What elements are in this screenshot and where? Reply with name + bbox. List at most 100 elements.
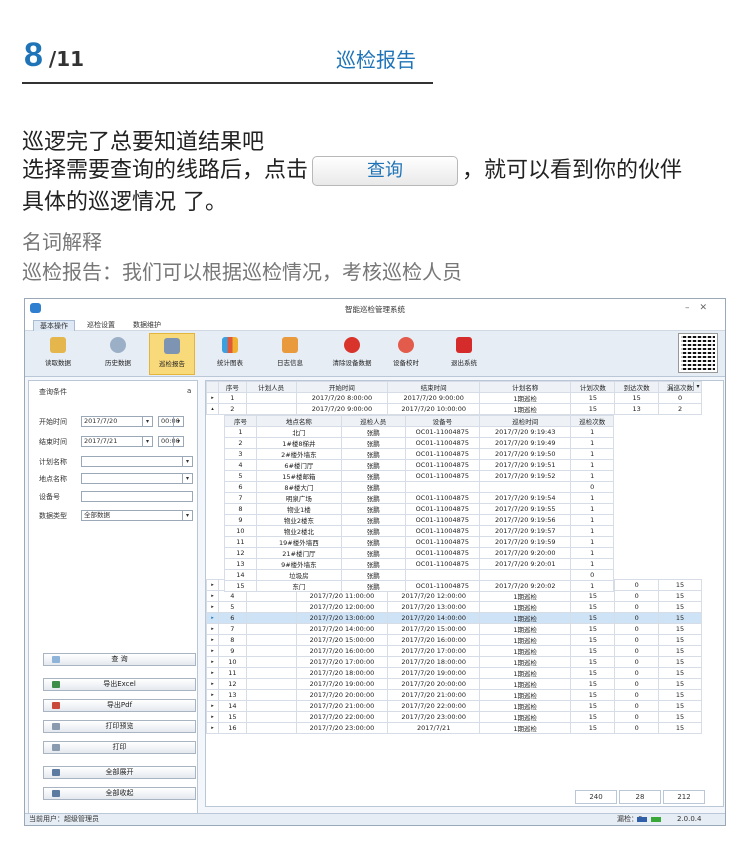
table-row[interactable]: 13 9#楼外墙东 张鹏 OC01-11004875 2017/7/20 9:20:01… bbox=[224, 558, 614, 570]
sub-header-time[interactable]: 巡检时间 bbox=[479, 415, 572, 427]
table-row[interactable]: 12 21#楼门厅 张鹏 OC01-11004875 2017/7/20 9:20:00… bbox=[224, 547, 614, 559]
query-button-illustration[interactable]: 查询 bbox=[312, 156, 459, 186]
expand-row-icon[interactable]: ▸ bbox=[206, 612, 219, 624]
print-preview-button[interactable]: 打印预览 bbox=[43, 720, 196, 733]
table-row[interactable]: ▸ 9 2017/7/20 16:00:00 2017/7/20 17:00:00 1期… bbox=[206, 645, 703, 657]
plan-name-select[interactable] bbox=[81, 456, 193, 467]
patrol-report-button[interactable]: 巡检报告 bbox=[149, 333, 195, 375]
col-header-index[interactable]: 序号 bbox=[217, 381, 247, 393]
read-data-button[interactable]: 读取数据 bbox=[35, 333, 81, 375]
expand-row-icon[interactable]: ▸ bbox=[206, 590, 219, 602]
expand-row-icon[interactable]: ▸ bbox=[206, 700, 219, 712]
table-cell: 15 bbox=[658, 689, 702, 701]
col-header-plan-count[interactable]: 计划次数 bbox=[570, 381, 616, 393]
col-header-plan-person[interactable]: 计划人员 bbox=[245, 381, 297, 393]
history-data-button[interactable]: 历史数据 bbox=[95, 333, 141, 375]
sub-header-point[interactable]: 地点名称 bbox=[255, 415, 342, 427]
expand-row-icon[interactable]: ▸ bbox=[206, 623, 219, 635]
minimize-icon[interactable]: – bbox=[685, 303, 700, 313]
start-date-picker[interactable]: 2017/7/20 bbox=[81, 416, 153, 427]
table-row[interactable]: ▸ 10 2017/7/20 17:00:00 2017/7/20 18:00:00 1… bbox=[206, 656, 703, 668]
collapse-row-icon[interactable]: ▴ bbox=[206, 403, 219, 415]
end-date-picker[interactable]: 2017/7/21 bbox=[81, 436, 153, 447]
exit-system-button[interactable]: 退出系统 bbox=[441, 333, 487, 375]
table-row[interactable]: 6 8#楼大门 张鹏 0 bbox=[224, 481, 614, 493]
sub-header-person[interactable]: 巡检人员 bbox=[340, 415, 406, 427]
expand-row-icon[interactable]: ▸ bbox=[206, 634, 219, 646]
col-header-arrive-count[interactable]: 到达次数 bbox=[614, 381, 660, 393]
sub-header-device[interactable]: 设备号 bbox=[404, 415, 481, 427]
table-row[interactable]: 7 明泉广场 张鹏 OC01-11004875 2017/7/20 9:19:54 1 bbox=[224, 492, 614, 504]
collapse-all-label: 全部收起 bbox=[105, 789, 134, 797]
table-row[interactable]: ▸ 14 2017/7/20 21:00:00 2017/7/20 22:00:00 1… bbox=[206, 700, 703, 712]
table-row[interactable]: ▸ 1 2017/7/20 8:00:00 2017/7/20 9:00:00 1期巡检… bbox=[206, 392, 703, 404]
table-row[interactable]: ▸ 12 2017/7/20 19:00:00 2017/7/20 20:00:00 1… bbox=[206, 678, 703, 690]
table-cell: 2017/7/20 9:20:01 bbox=[479, 558, 572, 570]
expand-all-button[interactable]: 全部展开 bbox=[43, 766, 196, 779]
col-header-end-time[interactable]: 结束时间 bbox=[387, 381, 481, 393]
table-cell bbox=[245, 601, 297, 613]
table-row[interactable]: 2 1#楼8梯井 张鹏 OC01-11004875 2017/7/20 9:19:49 1 bbox=[224, 437, 614, 449]
table-cell: 15 bbox=[658, 667, 702, 679]
data-type-select[interactable]: 全部数据 bbox=[81, 510, 193, 521]
table-row[interactable]: ▸ 11 2017/7/20 18:00:00 2017/7/20 19:00:00 1… bbox=[206, 667, 703, 679]
expand-row-icon[interactable]: ▸ bbox=[206, 656, 219, 668]
clear-icon bbox=[344, 337, 360, 353]
tab-data-maintenance[interactable]: 数据维护 bbox=[127, 320, 167, 331]
end-time-picker[interactable]: 00:00 bbox=[158, 436, 184, 447]
pin-icon[interactable]: a bbox=[187, 387, 191, 395]
expand-row-icon[interactable]: ▸ bbox=[206, 579, 219, 591]
table-row[interactable]: 15 东门 张鹏 OC01-11004875 2017/7/20 9:20:02 1 bbox=[224, 580, 614, 592]
print-button[interactable]: 打印 bbox=[43, 741, 196, 754]
clear-device-data-button[interactable]: 清除设备数据 bbox=[327, 333, 377, 375]
table-row[interactable]: 3 2#楼外墙东 张鹏 OC01-11004875 2017/7/20 9:19:50 1 bbox=[224, 448, 614, 460]
expand-row-icon[interactable]: ▸ bbox=[206, 601, 219, 613]
export-pdf-button[interactable]: 导出Pdf bbox=[43, 699, 196, 712]
col-header-plan-name[interactable]: 计划名称 bbox=[479, 381, 572, 393]
table-row[interactable]: 9 物业2楼东 张鹏 OC01-11004875 2017/7/20 9:19:56 1 bbox=[224, 514, 614, 526]
close-icon[interactable]: ✕ bbox=[699, 303, 717, 313]
expand-row-icon[interactable]: ▸ bbox=[206, 711, 219, 723]
table-row[interactable]: 5 15#楼邮箱 张鹏 OC01-11004875 2017/7/20 9:19:52 1 bbox=[224, 470, 614, 482]
table-cell: OC01-11004875 bbox=[404, 536, 481, 548]
col-header-start-time[interactable]: 开始时间 bbox=[295, 381, 389, 393]
device-number-input[interactable] bbox=[81, 491, 193, 502]
export-excel-button[interactable]: 导出Excel bbox=[43, 678, 196, 691]
tab-patrol-settings[interactable]: 巡检设置 bbox=[81, 320, 121, 331]
table-row[interactable]: ▸ 7 2017/7/20 14:00:00 2017/7/20 15:00:00 1期… bbox=[206, 623, 703, 635]
table-row[interactable]: 11 19#楼外墙西 张鹏 OC01-11004875 2017/7/20 9:19:5… bbox=[224, 536, 614, 548]
window-controls[interactable]: –✕ bbox=[685, 303, 717, 313]
table-row[interactable]: ▴ 2 2017/7/20 9:00:00 2017/7/20 10:00:00 1期巡… bbox=[206, 403, 703, 415]
tab-basic-ops[interactable]: 基本操作 bbox=[33, 320, 75, 331]
expand-row-icon[interactable]: ▸ bbox=[206, 722, 219, 734]
sub-header-count[interactable]: 巡检次数 bbox=[570, 415, 614, 427]
log-info-button[interactable]: 日志信息 bbox=[267, 333, 313, 375]
start-time-picker[interactable]: 00:00 bbox=[158, 416, 184, 427]
expand-row-icon[interactable]: ▸ bbox=[206, 667, 219, 679]
table-row[interactable]: ▸ 6 2017/7/20 13:00:00 2017/7/20 14:00:00 1期… bbox=[206, 612, 703, 624]
table-row[interactable]: ▸ 13 2017/7/20 20:00:00 2017/7/20 21:00:00 1… bbox=[206, 689, 703, 701]
expand-row-icon[interactable]: ▸ bbox=[206, 689, 219, 701]
expand-row-icon[interactable]: ▸ bbox=[206, 678, 219, 690]
table-row[interactable]: ▸ 15 2017/7/20 22:00:00 2017/7/20 23:00:00 1… bbox=[206, 711, 703, 723]
table-row[interactable]: 8 物业1楼 张鹏 OC01-11004875 2017/7/20 9:19:55 1 bbox=[224, 503, 614, 515]
table-row[interactable]: 14 垃圾房 张鹏 0 bbox=[224, 569, 614, 581]
expand-row-icon[interactable]: ▸ bbox=[206, 645, 219, 657]
sub-header-index[interactable]: 序号 bbox=[224, 415, 257, 427]
table-row[interactable]: 1 北门 张鹏 OC01-11004875 2017/7/20 9:19:43 1 bbox=[224, 426, 614, 438]
statistics-chart-button[interactable]: 统计图表 bbox=[207, 333, 253, 375]
table-row[interactable]: ▸ 5 2017/7/20 12:00:00 2017/7/20 13:00:00 1期… bbox=[206, 601, 703, 613]
table-row[interactable]: ▸ 8 2017/7/20 15:00:00 2017/7/20 16:00:00 1期… bbox=[206, 634, 703, 646]
device-timesync-button[interactable]: 设备校时 bbox=[383, 333, 429, 375]
table-row[interactable]: ▸ 4 2017/7/20 11:00:00 2017/7/20 12:00:00 1期… bbox=[206, 590, 703, 602]
query-button[interactable]: 查 询 bbox=[43, 653, 196, 666]
header-divider bbox=[22, 82, 433, 84]
point-name-select[interactable] bbox=[81, 473, 193, 484]
table-row[interactable]: 4 6#楼门厅 张鹏 OC01-11004875 2017/7/20 9:19:51 1 bbox=[224, 459, 614, 471]
expand-row-icon[interactable]: ▸ bbox=[206, 392, 219, 404]
battery-icon bbox=[651, 817, 661, 822]
collapse-all-button[interactable]: 全部收起 bbox=[43, 787, 196, 800]
table-row[interactable]: ▸ 16 2017/7/20 23:00:00 2017/7/21 1期巡检 15 0 15 bbox=[206, 722, 703, 734]
table-row[interactable]: 10 物业2楼北 张鹏 OC01-11004875 2017/7/20 9:19:57 1 bbox=[224, 525, 614, 537]
table-cell: 7 bbox=[224, 492, 257, 504]
